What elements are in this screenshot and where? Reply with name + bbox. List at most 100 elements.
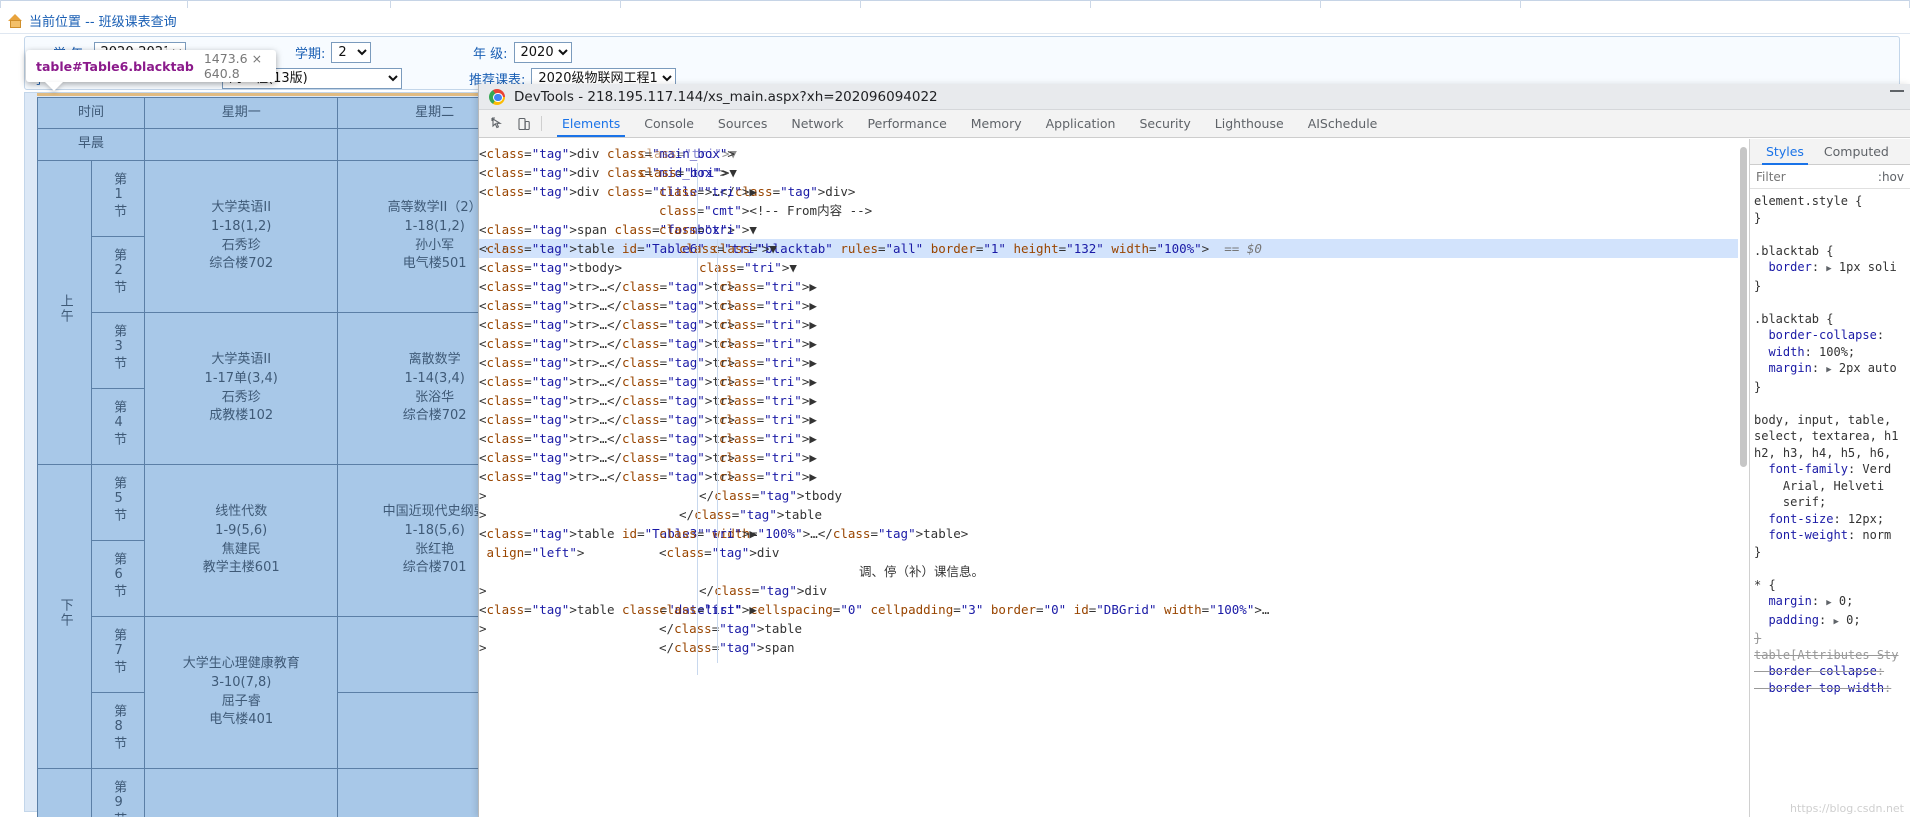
style-rule-line[interactable]: select, textarea, h1	[1754, 428, 1910, 445]
dom-line[interactable]: class="tri">▶ <class="tag">tr>…</class="t…	[479, 448, 1749, 467]
tab-sources[interactable]: Sources	[706, 110, 779, 137]
style-rule-line[interactable]: Arial, Helveti	[1754, 478, 1910, 495]
dom-line[interactable]: class="tri">▼ <class="tag">div class="mai…	[479, 144, 1749, 163]
styles-filter-input[interactable]	[1756, 169, 1846, 184]
tab-performance[interactable]: Performance	[856, 110, 959, 137]
device-toolbar-icon[interactable]	[511, 110, 537, 137]
period-label-6: 第6节	[90, 540, 145, 617]
tab-aischedule[interactable]: AISchedule	[1296, 110, 1390, 137]
dom-line[interactable]: class="tri">▶ <class="tag">table class="d…	[479, 600, 1749, 619]
tab-lighthouse[interactable]: Lighthouse	[1203, 110, 1296, 137]
tab-application[interactable]: Application	[1034, 110, 1128, 137]
dom-line[interactable]: class="tri">▶ <class="tag">tr>…</class="t…	[479, 296, 1749, 315]
style-rule-line[interactable]: border-collapse:	[1754, 663, 1910, 680]
dom-line[interactable]: class="tri">▶ <class="tag">tr>…</class="t…	[479, 277, 1749, 296]
inspect-tooltip-dimensions: 1473.6 × 640.8	[203, 51, 263, 81]
period-label-7: 第7节	[90, 616, 145, 693]
style-rule-line[interactable]: }	[1754, 630, 1910, 647]
row-label-early: 早晨	[37, 128, 145, 161]
style-rule-line[interactable]: font-size: 12px;	[1754, 511, 1910, 528]
styles-rules-code[interactable]: element.style {} .blacktab { border: ▶ 1…	[1750, 189, 1910, 696]
dom-line[interactable]: class="tri">▶ <class="tag">tr>…</class="t…	[479, 410, 1749, 429]
inspect-tooltip-selector: table#Table6.blacktab	[36, 58, 194, 74]
row-label-morning: 上午	[37, 160, 92, 465]
dom-line[interactable]: 调、停（补）课信息。	[479, 562, 1749, 581]
style-rule-line[interactable]	[1754, 560, 1910, 577]
dom-line[interactable]: class="tri">▶ <class="tag">tr>…</class="t…	[479, 391, 1749, 410]
style-rule-line[interactable]: .blacktab {	[1754, 243, 1910, 260]
inspect-element-icon[interactable]	[485, 110, 511, 137]
devtools-window: DevTools - 218.195.117.144/xs_main.aspx?…	[478, 84, 1910, 817]
period-label-8: 第8节	[90, 692, 145, 769]
style-rule-line[interactable]: }	[1754, 544, 1910, 561]
dom-line[interactable]: class="tri">▶ <class="tag">tr>…</class="t…	[479, 315, 1749, 334]
minimize-icon[interactable]	[1890, 90, 1904, 92]
style-rule-line[interactable]: serif;	[1754, 494, 1910, 511]
dom-line[interactable]: class="tri">▶ <class="tag">tr>…</class="t…	[479, 372, 1749, 391]
style-rule-line[interactable]: body, input, table,	[1754, 412, 1910, 429]
breadcrumb: 当前位置 -- 班级课表查询	[0, 8, 1910, 34]
style-rule-line[interactable]: font-weight: norm	[1754, 527, 1910, 544]
style-rule-line[interactable]: * {	[1754, 577, 1910, 594]
style-rule-line[interactable]: }	[1754, 278, 1910, 295]
dom-line[interactable]: class="tri">▼<class="tag">tbody>	[479, 258, 1749, 277]
style-rule-line[interactable]: h2, h3, h4, h5, h6,	[1754, 445, 1910, 462]
dom-scrollbar[interactable]	[1738, 139, 1749, 817]
tab-security[interactable]: Security	[1127, 110, 1202, 137]
style-rule-line[interactable]: .blacktab {	[1754, 311, 1910, 328]
cell-p9-mon	[143, 768, 339, 817]
grade-select[interactable]: 2020	[513, 41, 572, 63]
tab-memory[interactable]: Memory	[959, 110, 1034, 137]
hov-toggle[interactable]: :hov	[1878, 170, 1904, 184]
dom-line[interactable]: class="cmt"><!-- From内容 -->	[479, 201, 1749, 220]
dom-line[interactable]: ···class="tri">▼<class="tag">table id="T…	[479, 239, 1749, 258]
style-rule-line[interactable]: padding: ▶ 0;	[1754, 612, 1910, 631]
style-rule-line[interactable]: element.style {	[1754, 193, 1910, 210]
dom-line[interactable]: </class="tag">table >	[479, 505, 1749, 524]
style-rule-line[interactable]: }	[1754, 210, 1910, 227]
style-rule-line[interactable]: }	[1754, 379, 1910, 396]
dom-line[interactable]: </class="tag">span >	[479, 638, 1749, 657]
style-rule-line[interactable]	[1754, 395, 1910, 412]
dom-tree-pane[interactable]: class="tri">▼ <class="tag">div class="mai…	[479, 139, 1750, 817]
dom-tree-code[interactable]: class="tri">▼ <class="tag">div class="mai…	[479, 139, 1749, 657]
style-rule-line[interactable]: border-collapse:	[1754, 327, 1910, 344]
styles-filter-row: :hov	[1750, 165, 1910, 189]
dom-line[interactable]: class="tri">▶ <class="tag">table id="Tabl…	[479, 524, 1749, 543]
dom-line[interactable]: class="tri">▶ <class="tag">div class="tit…	[479, 182, 1749, 201]
period-label-9: 第9节	[90, 768, 145, 817]
style-rule-line[interactable]: border: ▶ 1px soli	[1754, 259, 1910, 278]
dom-line[interactable]: class="tri">▼ <class="tag">div class="mid…	[479, 163, 1749, 182]
dom-line[interactable]: class="tri">▶ <class="tag">tr>…</class="t…	[479, 467, 1749, 486]
style-rule-line[interactable]: margin: ▶ 0;	[1754, 593, 1910, 612]
style-rule-line[interactable]: width: 100%;	[1754, 344, 1910, 361]
period-label-2: 第2节	[90, 236, 145, 313]
style-rule-line[interactable]: border-top-width:	[1754, 680, 1910, 697]
style-rule-line[interactable]	[1754, 226, 1910, 243]
tab-console[interactable]: Console	[632, 110, 706, 137]
cell-p1-mon: 大学英语II 1-18(1,2) 石秀珍 综合楼702	[143, 160, 339, 313]
dom-line[interactable]: class="tri">▼ <class="tag">span class="fo…	[479, 220, 1749, 239]
dom-line[interactable]: class="tri">▶ <class="tag">tr>…</class="t…	[479, 334, 1749, 353]
term-select[interactable]: 2	[331, 41, 372, 63]
tab-network[interactable]: Network	[779, 110, 855, 137]
dom-line[interactable]: <class="tag">div align="left">	[479, 543, 1749, 562]
style-rule-line[interactable]: table[Attributes Sty	[1754, 647, 1910, 664]
tab-computed[interactable]: Computed	[1814, 139, 1899, 165]
dom-line[interactable]: </class="tag">div >	[479, 581, 1749, 600]
style-rule-line[interactable]	[1754, 294, 1910, 311]
dom-line[interactable]: </class="tag">table >	[479, 619, 1749, 638]
dom-line[interactable]: </class="tag">tbody >	[479, 486, 1749, 505]
style-rule-line[interactable]: font-family: Verd	[1754, 461, 1910, 478]
watermark: https://blog.csdn.net	[1790, 802, 1904, 815]
dom-line[interactable]: class="tri">▶ <class="tag">tr>…</class="t…	[479, 429, 1749, 448]
devtools-window-title: DevTools - 218.195.117.144/xs_main.aspx?…	[514, 88, 938, 105]
cell-p7-mon: 大学生心理健康教育 3-10(7,8) 屈子睿 电气楼401	[143, 616, 339, 769]
row-label-evening	[37, 768, 92, 817]
cell-p3-mon: 大学英语II 1-17单(3,4) 石秀珍 成教楼102	[143, 312, 339, 465]
devtools-tabbar: Elements Console Sources Network Perform…	[479, 110, 1910, 138]
dom-line[interactable]: class="tri">▶ <class="tag">tr>…</class="t…	[479, 353, 1749, 372]
tab-elements[interactable]: Elements	[550, 110, 632, 137]
tab-styles[interactable]: Styles	[1756, 139, 1814, 165]
style-rule-line[interactable]: margin: ▶ 2px auto	[1754, 360, 1910, 379]
